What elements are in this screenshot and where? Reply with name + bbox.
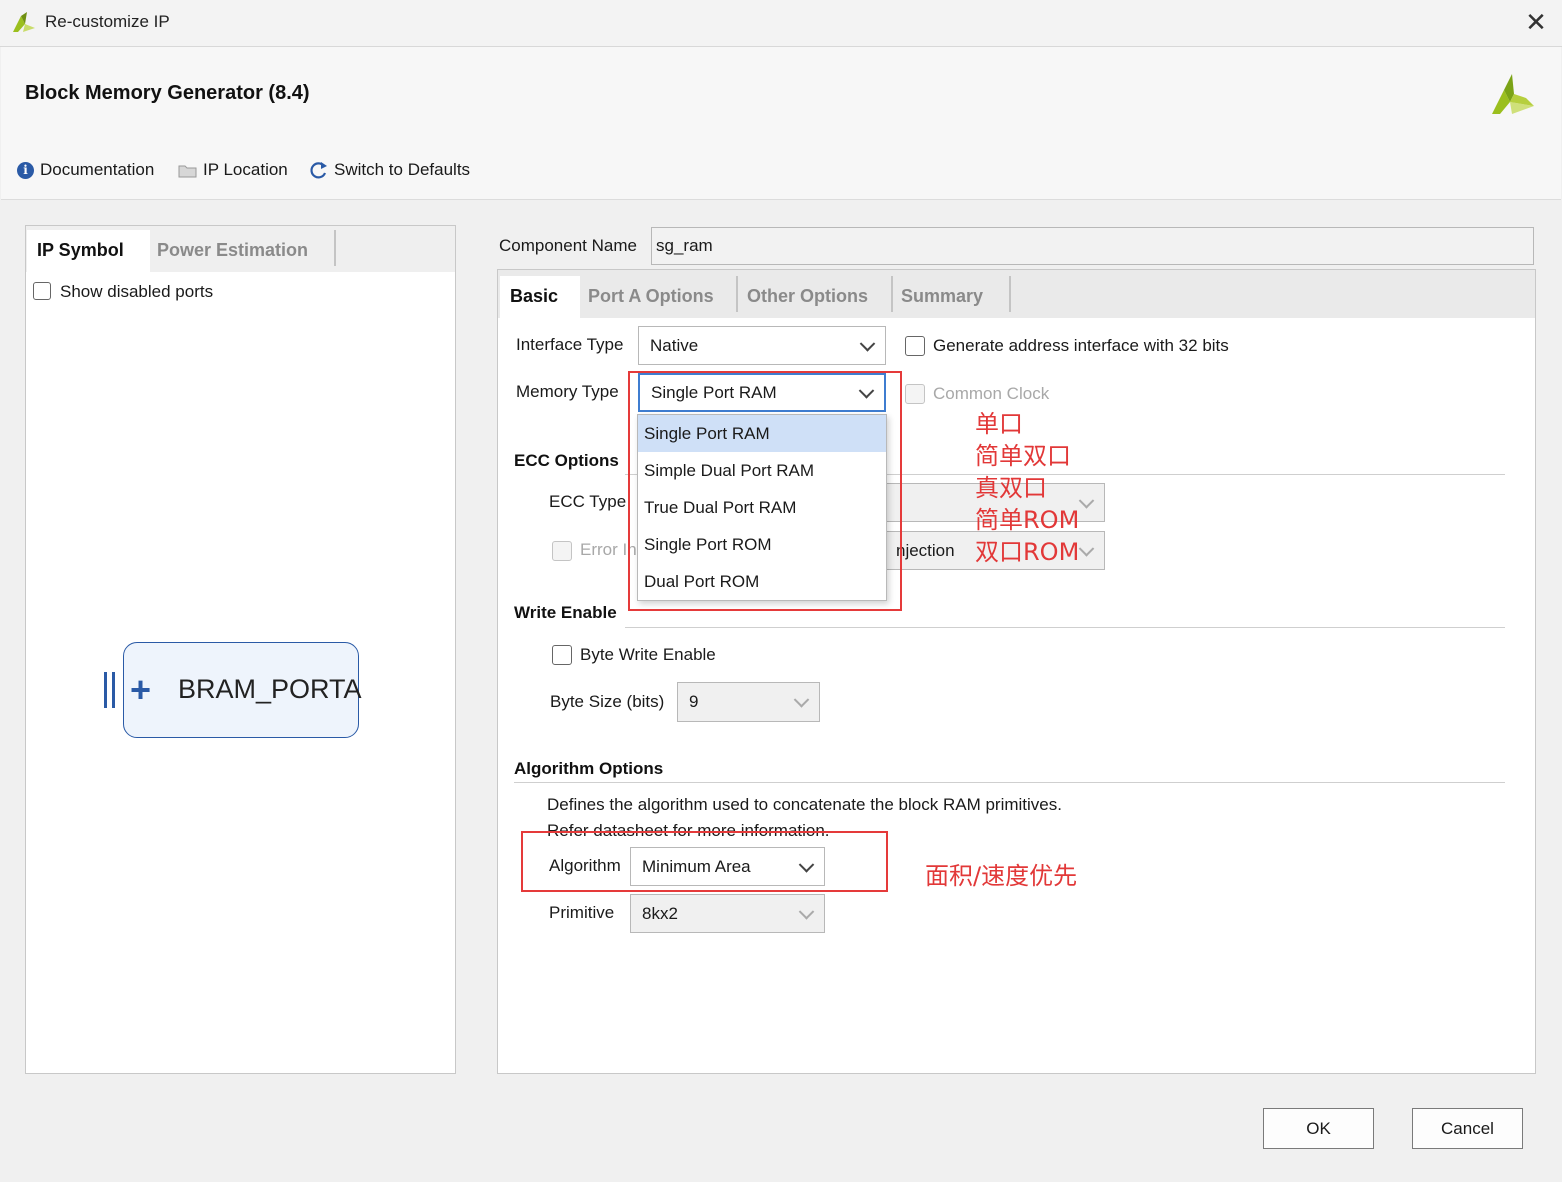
chevron-down-icon — [1078, 540, 1095, 557]
byte-size-value: 9 — [689, 692, 699, 711]
interface-type-value: Native — [650, 335, 699, 355]
title-bar — [0, 0, 1562, 47]
tab-basic[interactable]: Basic — [500, 276, 580, 318]
bus-line-icon — [104, 672, 107, 708]
window-title: Re-customize IP — [45, 12, 170, 31]
ip-heading: Block Memory Generator (8.4) — [25, 82, 310, 104]
chevron-down-icon — [798, 903, 815, 920]
folder-icon — [178, 165, 197, 177]
common-clock-label: Common Clock — [933, 384, 1050, 403]
port-label: BRAM_PORTA — [178, 674, 362, 704]
tab-other-options[interactable]: Other Options — [737, 276, 878, 316]
annotation-line: 双口ROM — [975, 538, 1080, 566]
gen-address-checkbox[interactable] — [905, 336, 925, 356]
section-divider — [625, 627, 1505, 628]
write-enable-title: Write Enable — [514, 603, 617, 622]
expand-port-icon[interactable]: + — [130, 672, 151, 708]
ip-location-label: IP Location — [203, 160, 288, 179]
byte-write-enable-checkbox[interactable] — [552, 645, 572, 665]
component-name-input[interactable]: sg_ram — [651, 227, 1534, 265]
tab-summary[interactable]: Summary — [891, 276, 993, 316]
ecc-options-title: ECC Options — [514, 451, 619, 470]
chevron-down-icon — [859, 335, 876, 352]
annotation-box-algorithm — [521, 831, 888, 892]
annotation-line: 简单双口 — [975, 442, 1071, 470]
chevron-down-icon — [1078, 492, 1095, 509]
show-disabled-ports-checkbox[interactable] — [33, 282, 51, 300]
primitive-select[interactable]: 8kx2 — [630, 894, 825, 933]
ok-button[interactable]: OK — [1263, 1108, 1374, 1149]
algorithm-options-title: Algorithm Options — [514, 759, 664, 778]
annotation-box-memory-type — [628, 371, 902, 611]
annotation-line: 简单ROM — [975, 506, 1080, 534]
documentation-button[interactable]: i Documentation — [17, 160, 154, 180]
switch-defaults-label: Switch to Defaults — [334, 160, 471, 179]
tab-divider — [1009, 276, 1011, 312]
close-button[interactable]: ✕ — [1522, 8, 1550, 36]
error-injection-checkbox[interactable] — [552, 541, 572, 561]
gen-address-label: Generate address interface with 32 bits — [933, 336, 1229, 355]
vivado-logo-icon — [13, 12, 35, 32]
tab-divider — [334, 230, 336, 266]
show-disabled-ports-label: Show disabled ports — [60, 282, 214, 301]
tab-port-a-options[interactable]: Port A Options — [578, 276, 724, 316]
byte-size-select[interactable]: 9 — [677, 682, 820, 722]
memory-type-label: Memory Type — [516, 382, 619, 401]
primitive-label: Primitive — [549, 903, 615, 922]
xilinx-logo-icon — [1492, 74, 1534, 114]
switch-defaults-button[interactable]: Switch to Defaults — [309, 160, 470, 180]
annotation-memory-types: 单口 简单双口 真双口 简单ROM 双口ROM — [975, 408, 1079, 568]
component-name-label: Component Name — [499, 236, 637, 255]
chevron-down-icon — [793, 692, 810, 708]
annotation-line: 真双口 — [975, 474, 1047, 502]
byte-size-label: Byte Size (bits) — [550, 692, 665, 711]
byte-write-enable-label: Byte Write Enable — [580, 645, 716, 664]
primitive-value: 8kx2 — [642, 903, 678, 923]
documentation-label: Documentation — [40, 160, 155, 179]
interface-type-select[interactable]: Native — [638, 326, 886, 365]
common-clock-checkbox[interactable] — [905, 384, 925, 404]
error-injection-value: njection — [896, 540, 955, 560]
algorithm-description: Defines the algorithm used to concatenat… — [547, 795, 1062, 814]
info-icon: i — [17, 161, 34, 179]
section-divider — [514, 782, 1505, 783]
tab-ip-symbol[interactable]: IP Symbol — [27, 230, 150, 272]
ecc-type-label: ECC Type — [549, 492, 627, 511]
refresh-icon — [310, 161, 327, 178]
bus-line-icon — [112, 672, 115, 708]
interface-type-label: Interface Type — [516, 335, 624, 354]
cancel-button[interactable]: Cancel — [1412, 1108, 1523, 1149]
ip-location-button[interactable]: IP Location — [178, 160, 288, 180]
annotation-algorithm: 面积/速度优先 — [925, 862, 1078, 890]
tab-power-estimation[interactable]: Power Estimation — [147, 230, 318, 270]
annotation-line: 单口 — [975, 410, 1023, 438]
